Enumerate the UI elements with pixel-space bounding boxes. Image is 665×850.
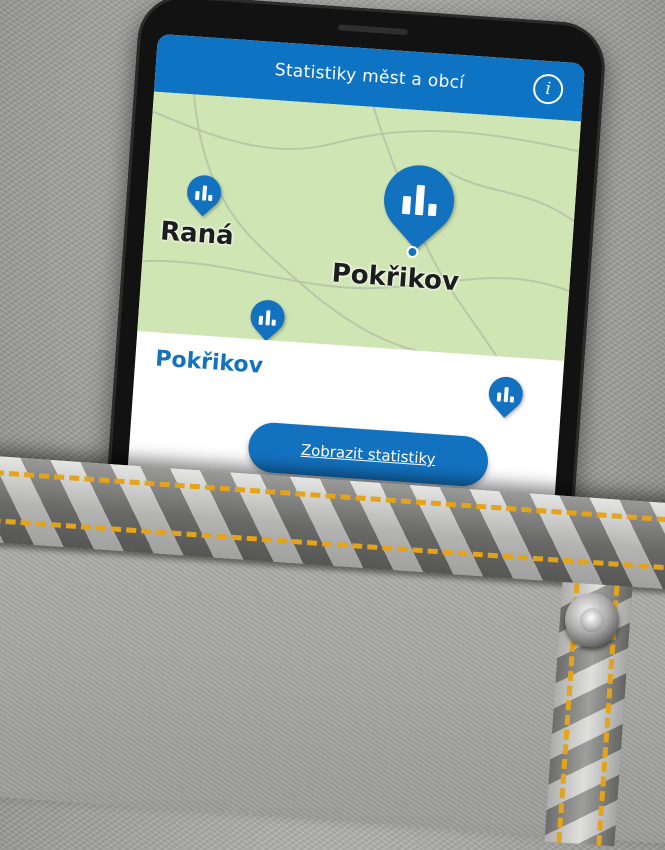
pocket-scene: Statistiky měst a obcí i Raná Pokřikov P…: [0, 0, 665, 847]
statistics-pin-icon: [496, 386, 516, 402]
statistics-pin-icon: [257, 309, 277, 326]
info-icon[interactable]: i: [532, 73, 565, 106]
selected-place-name: Pokřikov: [154, 346, 264, 379]
phone-speaker: [337, 24, 408, 36]
stitch-line: [0, 516, 665, 573]
statistics-pin-icon: [399, 184, 440, 217]
statistics-pin-icon: [194, 184, 214, 201]
map-view[interactable]: Raná Pokřikov: [137, 91, 581, 361]
map-label-rana: Raná: [159, 216, 235, 252]
jeans-pocket: [0, 455, 665, 847]
app-title: Statistiky měst a obcí: [274, 60, 465, 94]
map-pin[interactable]: [481, 369, 530, 418]
